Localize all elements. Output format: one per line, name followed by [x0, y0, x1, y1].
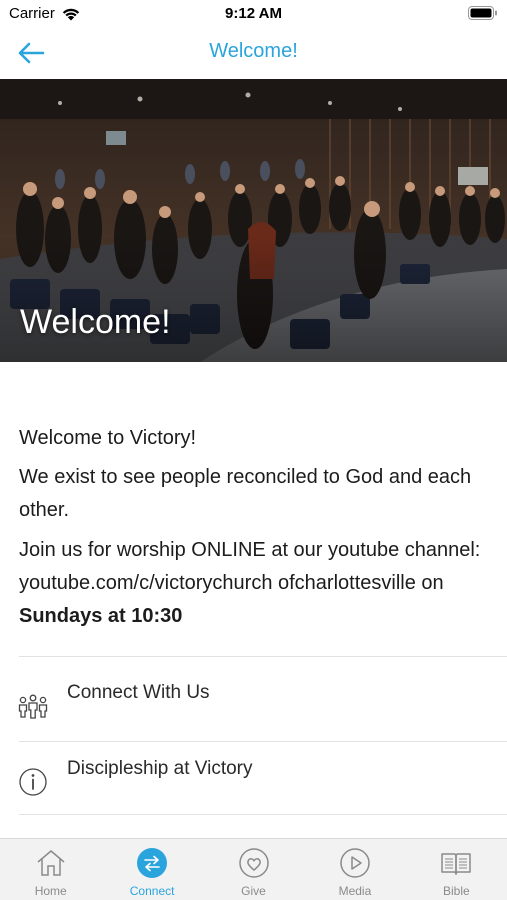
tab-bar: Home Connect Give Media Bible [0, 838, 507, 900]
tab-home[interactable]: Home [0, 839, 101, 900]
nav-title: Welcome! [209, 40, 298, 62]
list-item-label: Discipleship at Victory [67, 758, 253, 779]
list-divider [19, 814, 507, 815]
list-item-label: Connect With Us [67, 682, 210, 703]
connect-arrows-icon [137, 848, 168, 878]
battery-icon [468, 6, 498, 25]
tab-label: Media [338, 884, 372, 898]
book-icon [441, 853, 472, 875]
tab-connect[interactable]: Connect [101, 839, 202, 900]
hero-image: Welcome! [0, 79, 507, 362]
tab-label: Connect [129, 884, 175, 898]
list-item-connect-with-us[interactable]: Connect With Us [0, 672, 507, 744]
status-time: 9:12 AM [225, 5, 282, 22]
tab-give[interactable]: Give [203, 839, 304, 900]
list-divider [19, 656, 507, 657]
play-icon [340, 848, 370, 878]
navigation-bar: Welcome! [0, 28, 507, 78]
list-divider [19, 741, 507, 742]
tab-label: Home [34, 884, 67, 898]
home-icon [37, 850, 65, 876]
worship-time: Sundays at 10:30 [19, 605, 183, 627]
heart-icon [238, 848, 269, 878]
people-group-icon [18, 694, 48, 719]
tab-label: Give [241, 884, 266, 898]
info-icon [19, 768, 47, 796]
worship-info-text: Join us for worship ONLINE at our youtub… [19, 539, 481, 594]
mission-statement: We exist to see people reconciled to God… [19, 466, 472, 521]
worship-info: Join us for worship ONLINE at our youtub… [19, 534, 489, 633]
tab-media[interactable]: Media [304, 839, 405, 900]
status-bar: Carrier 9:12 AM [0, 0, 507, 28]
welcome-line: Welcome to Victory! [19, 427, 197, 449]
tab-bible[interactable]: Bible [406, 839, 507, 900]
list-item-discipleship[interactable]: Discipleship at Victory [0, 748, 507, 820]
hero-title: Welcome! [20, 303, 171, 341]
tab-label: Bible [442, 884, 470, 898]
